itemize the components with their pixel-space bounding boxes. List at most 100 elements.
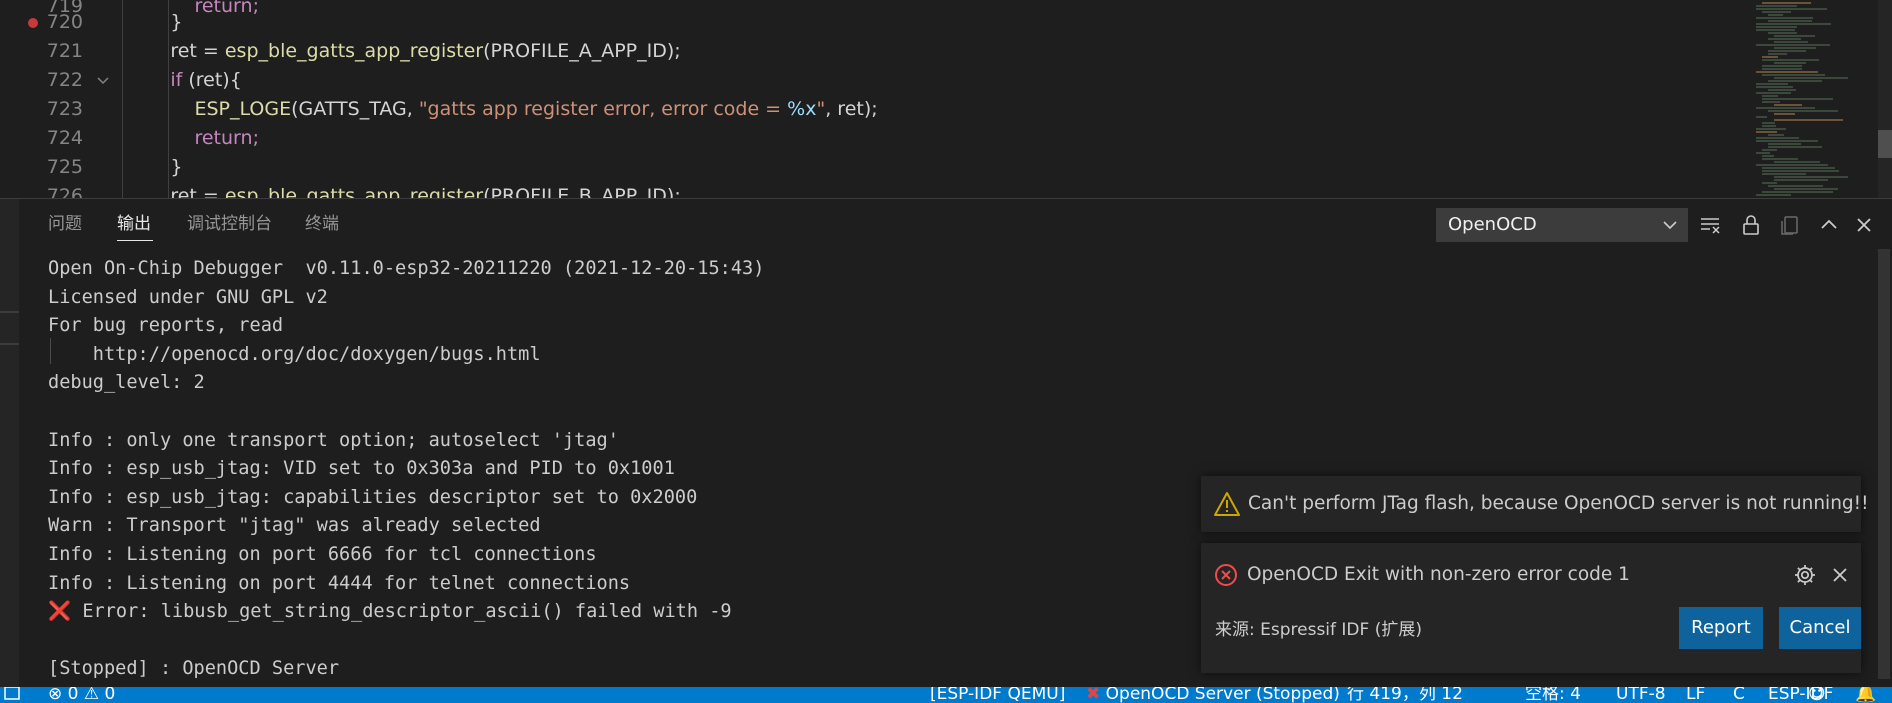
line-number: 721 [46, 40, 83, 62]
error-message: OpenOCD Exit with non-zero error code 1 [1247, 564, 1630, 585]
output-line: http://openocd.org/doc/doxygen/bugs.html [48, 343, 541, 365]
minimap-line [1762, 182, 1777, 184]
code-text: } [122, 156, 183, 178]
minimap-line [1768, 53, 1787, 55]
close-icon[interactable] [1829, 564, 1851, 586]
minimap-line [1756, 8, 1827, 10]
lock-scroll-icon[interactable] [1739, 213, 1763, 237]
code-line[interactable]: 726 ret = esp_ble_gatts_app_register(PRO… [0, 182, 1750, 198]
warning-message: Can't perform JTag flash, because OpenOC… [1248, 493, 1869, 514]
minimap-line [1756, 131, 1777, 133]
minimap-line [1756, 137, 1799, 139]
notifications-bell-icon[interactable]: 🔔 [1855, 687, 1876, 703]
warning-count: 0 [104, 687, 116, 703]
minimap-line [1774, 35, 1815, 37]
minimap-line [1756, 164, 1828, 166]
minimap-line [1762, 2, 1811, 4]
line-number: 725 [46, 156, 83, 178]
output-scrollbar-thumb[interactable] [1878, 249, 1890, 679]
editor-scrollbar[interactable] [1878, 0, 1892, 198]
minimap-line [1762, 11, 1791, 13]
line-number: 726 [46, 185, 83, 198]
output-channel-select[interactable]: OpenOCD [1436, 208, 1688, 242]
minimap-line [1774, 77, 1848, 79]
output-log[interactable]: Open On-Chip Debugger v0.11.0-esp32-2021… [48, 255, 764, 684]
minimap-line [1756, 116, 1767, 118]
code-line[interactable]: 723 ESP_LOGE(GATTS_TAG, "gatts app regis… [0, 95, 1750, 124]
tab-debug-console[interactable]: 调试控制台 [187, 213, 272, 235]
code-text: return; [122, 127, 259, 149]
output-line: For bug reports, read [48, 315, 284, 337]
statusbar-item-eol[interactable]: LF [1686, 687, 1705, 703]
open-log-icon[interactable] [1779, 213, 1803, 237]
statusbar-item-language[interactable]: C [1733, 687, 1745, 703]
warning-notification[interactable]: Can't perform JTag flash, because OpenOC… [1201, 476, 1869, 532]
minimap-line [1768, 146, 1822, 148]
statusbar-item-encoding[interactable]: UTF-8 [1616, 687, 1666, 703]
maximize-panel-icon[interactable] [1817, 213, 1841, 237]
minimap[interactable] [1752, 0, 1870, 198]
editor-scrollbar-thumb[interactable] [1878, 130, 1892, 158]
fold-chevron-icon[interactable] [96, 73, 110, 87]
tab-problems[interactable]: 问题 [48, 213, 82, 235]
close-panel-icon[interactable] [1852, 213, 1876, 237]
code-line[interactable]: 721 ret = esp_ble_gatts_app_register(PRO… [0, 37, 1750, 66]
gear-icon[interactable] [1793, 563, 1817, 587]
minimap-line [1762, 149, 1777, 151]
code-text: if (ret){ [170, 69, 242, 91]
minimap-line [1768, 110, 1838, 112]
minimap-line [1768, 38, 1801, 40]
output-line: Licensed under GNU GPL v2 [48, 286, 328, 308]
tab-output[interactable]: 输出 [117, 213, 151, 235]
cancel-button[interactable]: Cancel [1779, 607, 1861, 649]
code-text: ret = esp_ble_gatts_app_register(PROFILE… [122, 40, 681, 62]
warning-count-icon: ⚠ [83, 687, 100, 703]
output-line: Info : Listening on port 6666 for tcl co… [48, 543, 597, 565]
output-line: Info : esp_usb_jtag: capabilities descri… [48, 486, 698, 508]
minimap-line [1756, 86, 1793, 88]
feedback-icon[interactable]: ☺ [1808, 687, 1826, 703]
output-line: [Stopped] : OpenOCD Server [48, 658, 340, 680]
problems-indicator[interactable]: ⊗ 0 ⚠ 0 [48, 687, 115, 703]
minimap-line [1774, 179, 1828, 181]
output-scrollbar[interactable] [1876, 247, 1892, 688]
minimap-line [1762, 101, 1780, 103]
statusbar-item-indent[interactable]: 空格: 4 [1525, 687, 1581, 703]
minimap-line [1768, 50, 1806, 52]
minimap-line [1756, 17, 1813, 19]
minimap-line [1756, 5, 1797, 7]
minimap-line [1756, 26, 1797, 28]
code-line[interactable]: 725 } [0, 153, 1750, 182]
output-line: Info : esp_usb_jtag: VID set to 0x303a a… [48, 458, 675, 480]
minimap-line [1774, 62, 1806, 64]
tab-terminal[interactable]: 终端 [305, 213, 339, 235]
minimap-line [1762, 74, 1825, 76]
error-count: 0 [67, 687, 79, 703]
line-number: 723 [46, 98, 83, 120]
error-x-icon: ✖ [1086, 687, 1101, 703]
code-text: } [122, 11, 183, 33]
code-line[interactable]: 720 } [0, 8, 1750, 37]
left-strip [0, 199, 19, 688]
statusbar-item-qemu[interactable]: [ESP-IDF QEMU] [930, 687, 1065, 703]
code-line[interactable]: 724 return; [0, 124, 1750, 153]
error-count-icon: ⊗ [48, 687, 63, 703]
minimap-line [1768, 185, 1823, 187]
minimap-line [1756, 140, 1818, 142]
remote-indicator-icon[interactable] [4, 687, 20, 703]
minimap-line [1756, 194, 1791, 196]
output-line: ❌ Error: libusb_get_string_descriptor_as… [48, 601, 732, 623]
code-text: ret = esp_ble_gatts_app_register(PROFILE… [122, 185, 681, 198]
report-button[interactable]: Report [1679, 607, 1763, 649]
minimap-line [1762, 125, 1776, 127]
statusbar-item-cursor-position[interactable]: 行 419，列 12 [1347, 687, 1463, 703]
error-notification[interactable]: OpenOCD Exit with non-zero error code 1 … [1201, 543, 1861, 673]
minimap-line [1762, 98, 1833, 100]
clear-output-icon[interactable] [1699, 213, 1723, 237]
output-line: Warn : Transport "jtag" was already sele… [48, 515, 541, 537]
code-line[interactable]: 722 if (ret){ [0, 66, 1750, 95]
statusbar-item-openocd[interactable]: ✖ OpenOCD Server (Stopped) [1086, 687, 1340, 703]
minimap-line [1762, 167, 1835, 169]
code-editor[interactable]: 719 return; 720 } 721 ret = esp_ble_gatt… [0, 0, 1892, 198]
